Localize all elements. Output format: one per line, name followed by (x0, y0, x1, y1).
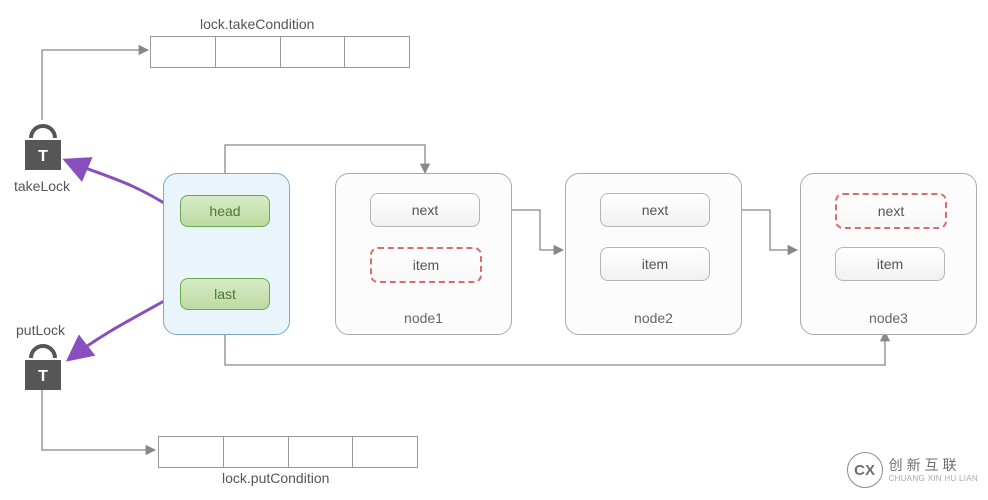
node-1-item: item (370, 247, 482, 283)
bottom-queue-label: lock.putCondition (222, 470, 329, 486)
last-field: last (180, 278, 270, 310)
watermark-cn: 创新互联 (889, 457, 978, 474)
node-3-title: node3 (801, 310, 976, 326)
svg-text:T: T (38, 148, 48, 165)
node-3-next: next (835, 193, 947, 229)
node-2-next: next (600, 193, 710, 227)
node-2-title: node2 (566, 310, 741, 326)
watermark-py: CHUANG XIN HU LIAN (889, 474, 978, 484)
put-lock-icon: T (25, 346, 61, 390)
take-lock-label: takeLock (14, 178, 70, 194)
node-1-title: node1 (336, 310, 511, 326)
watermark: CX 创新互联 CHUANG XIN HU LIAN (847, 452, 978, 488)
node-1-next: next (370, 193, 480, 227)
node-2-item: item (600, 247, 710, 281)
node-3-item: item (835, 247, 945, 281)
take-lock-icon: T (25, 126, 61, 170)
svg-text:T: T (38, 368, 48, 385)
top-queue-label: lock.takeCondition (200, 16, 314, 32)
watermark-logo: CX (847, 452, 883, 488)
put-lock-label: putLock (16, 322, 65, 338)
head-field: head (180, 195, 270, 227)
top-queue (150, 36, 410, 68)
bottom-queue (158, 436, 418, 468)
